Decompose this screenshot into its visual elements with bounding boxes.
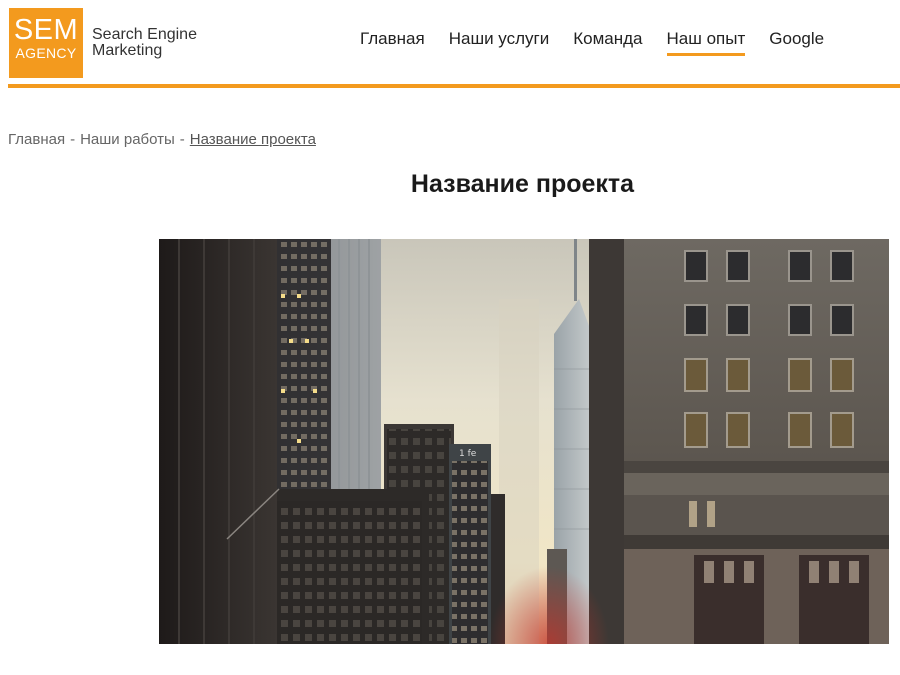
city-street-skyscrapers-photo: 1 fe (159, 239, 889, 644)
nav-item-services[interactable]: Наши услуги (449, 29, 550, 56)
main-nav: Главная Наши услуги Команда Наш опыт Goo… (360, 29, 824, 56)
nav-item-team[interactable]: Команда (573, 29, 642, 56)
page-title: Название проекта (410, 170, 635, 198)
breadcrumb-separator: - (179, 131, 185, 148)
logo-agency-text: AGENCY (15, 45, 77, 61)
site-header: SEM AGENCY Search Engine Marketing Главн… (8, 0, 900, 90)
nav-item-home[interactable]: Главная (360, 29, 425, 56)
building-sign-text: 1 fe (459, 449, 477, 459)
logo-tagline-line1: Search Engine (92, 26, 197, 43)
nav-item-experience[interactable]: Наш опыт (666, 29, 746, 56)
logo-tagline: Search Engine Marketing (92, 27, 197, 59)
breadcrumb-home[interactable]: Главная (8, 131, 65, 148)
logo-sem-text: SEM (13, 14, 79, 46)
breadcrumb-current[interactable]: Название проекта (190, 131, 316, 148)
breadcrumb-separator: - (70, 131, 76, 148)
hero-image: 1 fe (159, 239, 889, 644)
header-divider (8, 84, 900, 88)
nav-item-google[interactable]: Google (769, 29, 824, 56)
logo-tagline-line2: Marketing (92, 42, 163, 59)
logo[interactable]: SEM AGENCY (9, 8, 83, 78)
breadcrumb: Главная - Наши работы - Название проекта (8, 131, 316, 148)
breadcrumb-works[interactable]: Наши работы (80, 131, 175, 148)
